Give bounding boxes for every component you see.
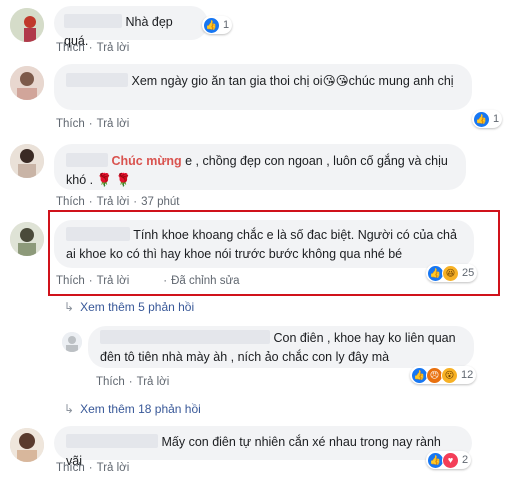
see-more-label: Xem thêm 18 phản hồi: [80, 402, 201, 416]
reply-link[interactable]: Trả lời: [97, 196, 130, 208]
comment-bubble: Con điên , khoe hay ko liên quan đên tô …: [88, 326, 474, 368]
blurred-name: [64, 14, 122, 28]
reaction-summary[interactable]: 👍 ♥ 2: [426, 451, 472, 469]
avatar[interactable]: [10, 222, 44, 256]
blurred-name: [66, 73, 128, 87]
reaction-summary[interactable]: 👍 😆 25: [426, 264, 478, 282]
edited-label[interactable]: Đã chỉnh sửa: [171, 275, 239, 287]
like-icon: 👍: [473, 110, 490, 128]
like-link[interactable]: Thích: [56, 275, 85, 287]
reply-arrow-icon: ↳: [64, 300, 75, 314]
avatar[interactable]: [62, 332, 82, 352]
reaction-count: 12: [461, 369, 474, 381]
like-icon: 👍: [203, 16, 220, 34]
avatar[interactable]: [10, 66, 44, 100]
like-link[interactable]: Thích: [56, 462, 85, 474]
blurred-name: [100, 330, 270, 344]
like-link[interactable]: Thích: [56, 196, 85, 208]
reply-link[interactable]: Trả lời: [97, 275, 130, 287]
emoji-icon: 😘😘: [322, 74, 349, 88]
timestamp[interactable]: 37 phút: [141, 196, 179, 208]
like-link[interactable]: Thích: [96, 376, 125, 388]
comment-text: Xem ngày gio ăn tan gia thoi chị oi: [131, 74, 323, 88]
avatar-image: [10, 66, 44, 100]
avatar[interactable]: [10, 144, 44, 178]
comment-actions: Thích · Trả lời · 37 phút: [56, 196, 180, 208]
see-more-replies[interactable]: ↳ Xem thêm 18 phản hồi: [64, 402, 201, 416]
reaction-summary[interactable]: 👍 1: [202, 16, 233, 34]
comment-actions: Thích · Trả lời: [56, 462, 130, 474]
comment-bubble: Chúc mừng e , chồng đẹp con ngoan , luôn…: [54, 144, 466, 190]
reply-arrow-icon: ↳: [64, 402, 75, 416]
comment-bubble: Mấy con điên tự nhiên cắn xé nhau trong …: [54, 426, 472, 468]
avatar[interactable]: [10, 8, 44, 42]
reaction-count: 1: [223, 19, 230, 31]
reaction-count: 25: [462, 267, 475, 279]
avatar-image: [62, 332, 82, 352]
heart-icon: ♥: [442, 451, 459, 469]
highlight-text: Chúc mừng: [111, 154, 182, 168]
avatar-image: [10, 144, 44, 178]
reply-link[interactable]: Trả lời: [97, 462, 130, 474]
avatar-image: [10, 222, 44, 256]
like-link[interactable]: Thích: [56, 118, 85, 130]
reaction-summary[interactable]: 👍 😠 😮 12: [410, 366, 477, 384]
reply-link[interactable]: Trả lời: [97, 118, 130, 130]
comment-bubble: Nhà đẹp quá.: [54, 6, 208, 48]
blurred-name: [66, 434, 158, 448]
comment-bubble: Xem ngày gio ăn tan gia thoi chị oi😘😘chú…: [54, 64, 472, 110]
comment-bubble: Tính khoe khoang chắc e là số đac biệt. …: [54, 220, 474, 268]
blurred-name: [66, 153, 108, 167]
avatar-image: [10, 8, 44, 42]
comment-actions: Thích · Trả lời: [56, 42, 130, 54]
reaction-count: 2: [462, 454, 469, 466]
reply-link[interactable]: Trả lời: [137, 376, 170, 388]
comment-actions: Thích · Trả lời · Đã chỉnh sửa: [56, 275, 240, 287]
rose-icon: 🌹 🌹: [96, 173, 132, 187]
reaction-count: 1: [493, 113, 500, 125]
comment-actions: Thích · Trả lời: [96, 376, 170, 388]
see-more-replies[interactable]: ↳ Xem thêm 5 phản hồi: [64, 300, 194, 314]
wow-icon: 😮: [441, 366, 458, 384]
reaction-summary[interactable]: 👍 1: [472, 110, 503, 128]
comment-text-2: chúc mung anh chị: [348, 74, 454, 88]
see-more-label: Xem thêm 5 phản hồi: [80, 300, 195, 314]
avatar-image: [10, 428, 44, 462]
like-link[interactable]: Thích: [56, 42, 85, 54]
comment-actions: Thích · Trả lời: [56, 118, 130, 130]
blurred-name: [66, 227, 130, 241]
reply-link[interactable]: Trả lời: [97, 42, 130, 54]
avatar[interactable]: [10, 428, 44, 462]
haha-icon: 😆: [442, 264, 459, 282]
